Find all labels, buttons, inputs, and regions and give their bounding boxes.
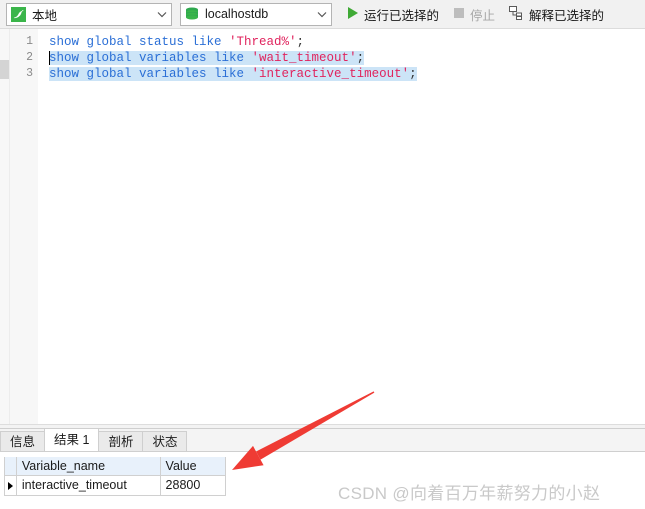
database-cylinder-icon: [185, 7, 199, 22]
result-tab[interactable]: 状态: [142, 431, 188, 451]
explain-selected-label: 解释已选择的: [529, 8, 605, 23]
column-header-variable-name[interactable]: Variable_name: [17, 457, 161, 475]
code-line[interactable]: show global variables like 'interactive_…: [38, 66, 645, 82]
stop-button[interactable]: 停止: [449, 2, 499, 26]
explain-plan-icon: [509, 5, 524, 23]
code-token: ;: [356, 51, 365, 65]
stop-square-icon: [453, 7, 465, 22]
line-number: 2: [26, 51, 33, 64]
code-token: 'Thread%': [229, 35, 297, 49]
chevron-down-icon[interactable]: [153, 11, 171, 18]
run-selected-label: 运行已选择的: [364, 8, 440, 23]
chevron-down-icon[interactable]: [313, 11, 331, 18]
cell-variable-name[interactable]: interactive_timeout: [17, 476, 161, 495]
row-pointer-icon: [7, 481, 13, 490]
connection-name: 本地: [32, 8, 58, 23]
text-cursor: [49, 51, 50, 65]
code-line[interactable]: show global status like 'Thread%';: [38, 34, 645, 50]
mysql-dolphin-icon: [11, 6, 26, 22]
result-tab[interactable]: 结果 1: [44, 428, 100, 451]
results-grid[interactable]: Variable_name Value interactive_timeout …: [4, 457, 226, 496]
code-token: show global variables like: [49, 51, 252, 65]
database-selector[interactable]: localhostdb: [180, 2, 332, 26]
connection-selector[interactable]: 本地: [6, 2, 172, 26]
table-header-row: Variable_name Value: [5, 457, 225, 476]
row-selector-cell[interactable]: [5, 476, 17, 495]
sql-editor[interactable]: 1 2 3 show global status like 'Thread%';…: [0, 29, 645, 424]
editor-marker-strip[interactable]: [0, 29, 10, 424]
results-tabbar: 信息 结果 1 剖析 状态: [0, 428, 645, 452]
main-toolbar: 本地 localhostdb 运行已选择的 停止 解释已选择的: [0, 0, 645, 29]
explain-selected-button[interactable]: 解释已选择的: [505, 2, 608, 26]
database-name: localhostdb: [205, 7, 269, 21]
code-token: 'wait_timeout': [251, 51, 357, 65]
column-header-value[interactable]: Value: [161, 457, 225, 475]
code-token: 'interactive_timeout': [251, 67, 410, 81]
csdn-watermark: CSDN @向着百万年薪努力的小赵: [338, 484, 601, 503]
line-number: 3: [26, 67, 33, 80]
result-tab[interactable]: 信息: [0, 431, 46, 451]
editor-marker-blob[interactable]: [0, 60, 9, 79]
table-row[interactable]: interactive_timeout 28800: [5, 476, 225, 495]
cell-value[interactable]: 28800: [161, 476, 225, 495]
row-selector-cell: [5, 457, 17, 475]
code-token: show global status like: [49, 35, 230, 49]
code-token: ;: [409, 67, 417, 81]
code-token: show global variables like: [49, 67, 252, 81]
result-tab[interactable]: 剖析: [98, 431, 144, 451]
line-number-gutter: 1 2 3: [10, 29, 38, 424]
line-number: 1: [26, 35, 33, 48]
code-token: ;: [296, 35, 305, 49]
sql-code-area[interactable]: show global status like 'Thread%'; show g…: [38, 29, 645, 424]
play-triangle-icon: [346, 6, 359, 23]
code-line[interactable]: show global variables like 'wait_timeout…: [38, 50, 645, 66]
stop-label: 停止: [470, 8, 496, 23]
run-selected-button[interactable]: 运行已选择的: [342, 2, 443, 26]
